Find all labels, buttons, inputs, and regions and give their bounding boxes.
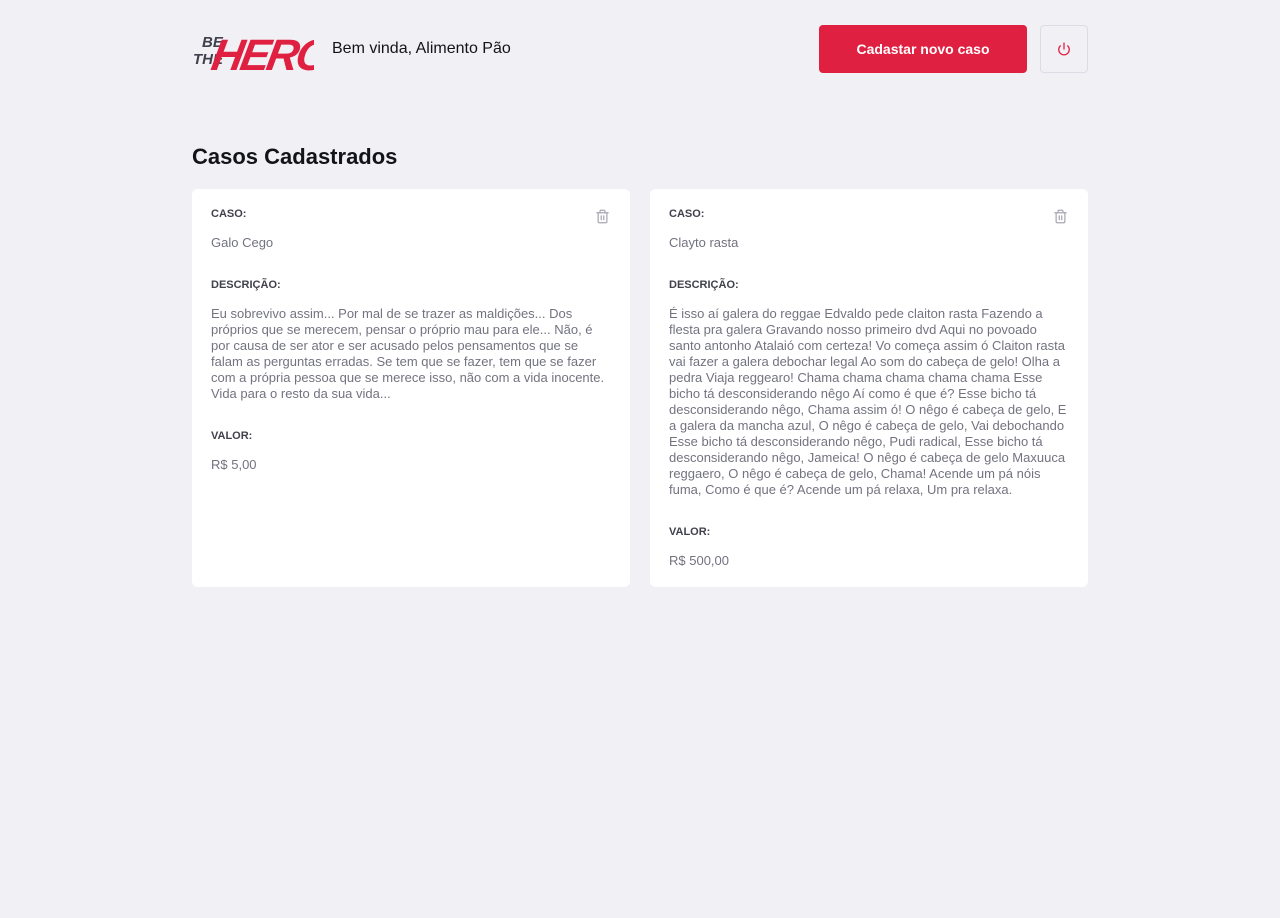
page-container: BE THE HERO Bem vinda, Alimento Pão Cada… [192, 0, 1088, 587]
logo: BE THE HERO [192, 23, 314, 75]
new-case-button[interactable]: Cadastar novo caso [819, 25, 1027, 73]
trash-icon [1053, 209, 1067, 223]
header: BE THE HERO Bem vinda, Alimento Pão Cada… [192, 23, 1088, 75]
page-title: Casos Cadastrados [192, 144, 398, 169]
case-label: CASO: [211, 208, 247, 220]
trash-icon [595, 209, 609, 223]
case-description: É isso aí galera do reggae Edvaldo pede … [669, 306, 1067, 497]
case-label: CASO: [669, 208, 705, 220]
description-label: DESCRIÇÃO: [211, 279, 281, 291]
case-card: CASO: Clayto rasta DESCRIÇÃO: É isso aí … [650, 189, 1088, 587]
value-label: VALOR: [211, 430, 253, 442]
case-list: CASO: Galo Cego DESCRIÇÃO: Eu sobrevivo … [192, 189, 1088, 587]
case-value: R$ 500,00 [669, 553, 729, 568]
description-label: DESCRIÇÃO: [669, 279, 739, 291]
delete-case-button[interactable] [1052, 208, 1068, 224]
case-value: R$ 5,00 [211, 457, 257, 472]
svg-text:HERO: HERO [208, 31, 314, 75]
welcome-message: Bem vinda, Alimento Pão [332, 40, 511, 57]
be-the-hero-logo: BE THE HERO [193, 31, 314, 75]
header-actions: Cadastar novo caso [819, 25, 1088, 73]
value-label: VALOR: [669, 526, 711, 538]
case-title: Clayto rasta [669, 235, 739, 250]
delete-case-button[interactable] [594, 208, 610, 224]
case-title: Galo Cego [211, 235, 274, 250]
logout-button[interactable] [1040, 25, 1088, 73]
case-description: Eu sobrevivo assim... Por mal de se traz… [211, 306, 605, 401]
case-card: CASO: Galo Cego DESCRIÇÃO: Eu sobrevivo … [192, 189, 630, 587]
power-icon [1058, 42, 1070, 56]
